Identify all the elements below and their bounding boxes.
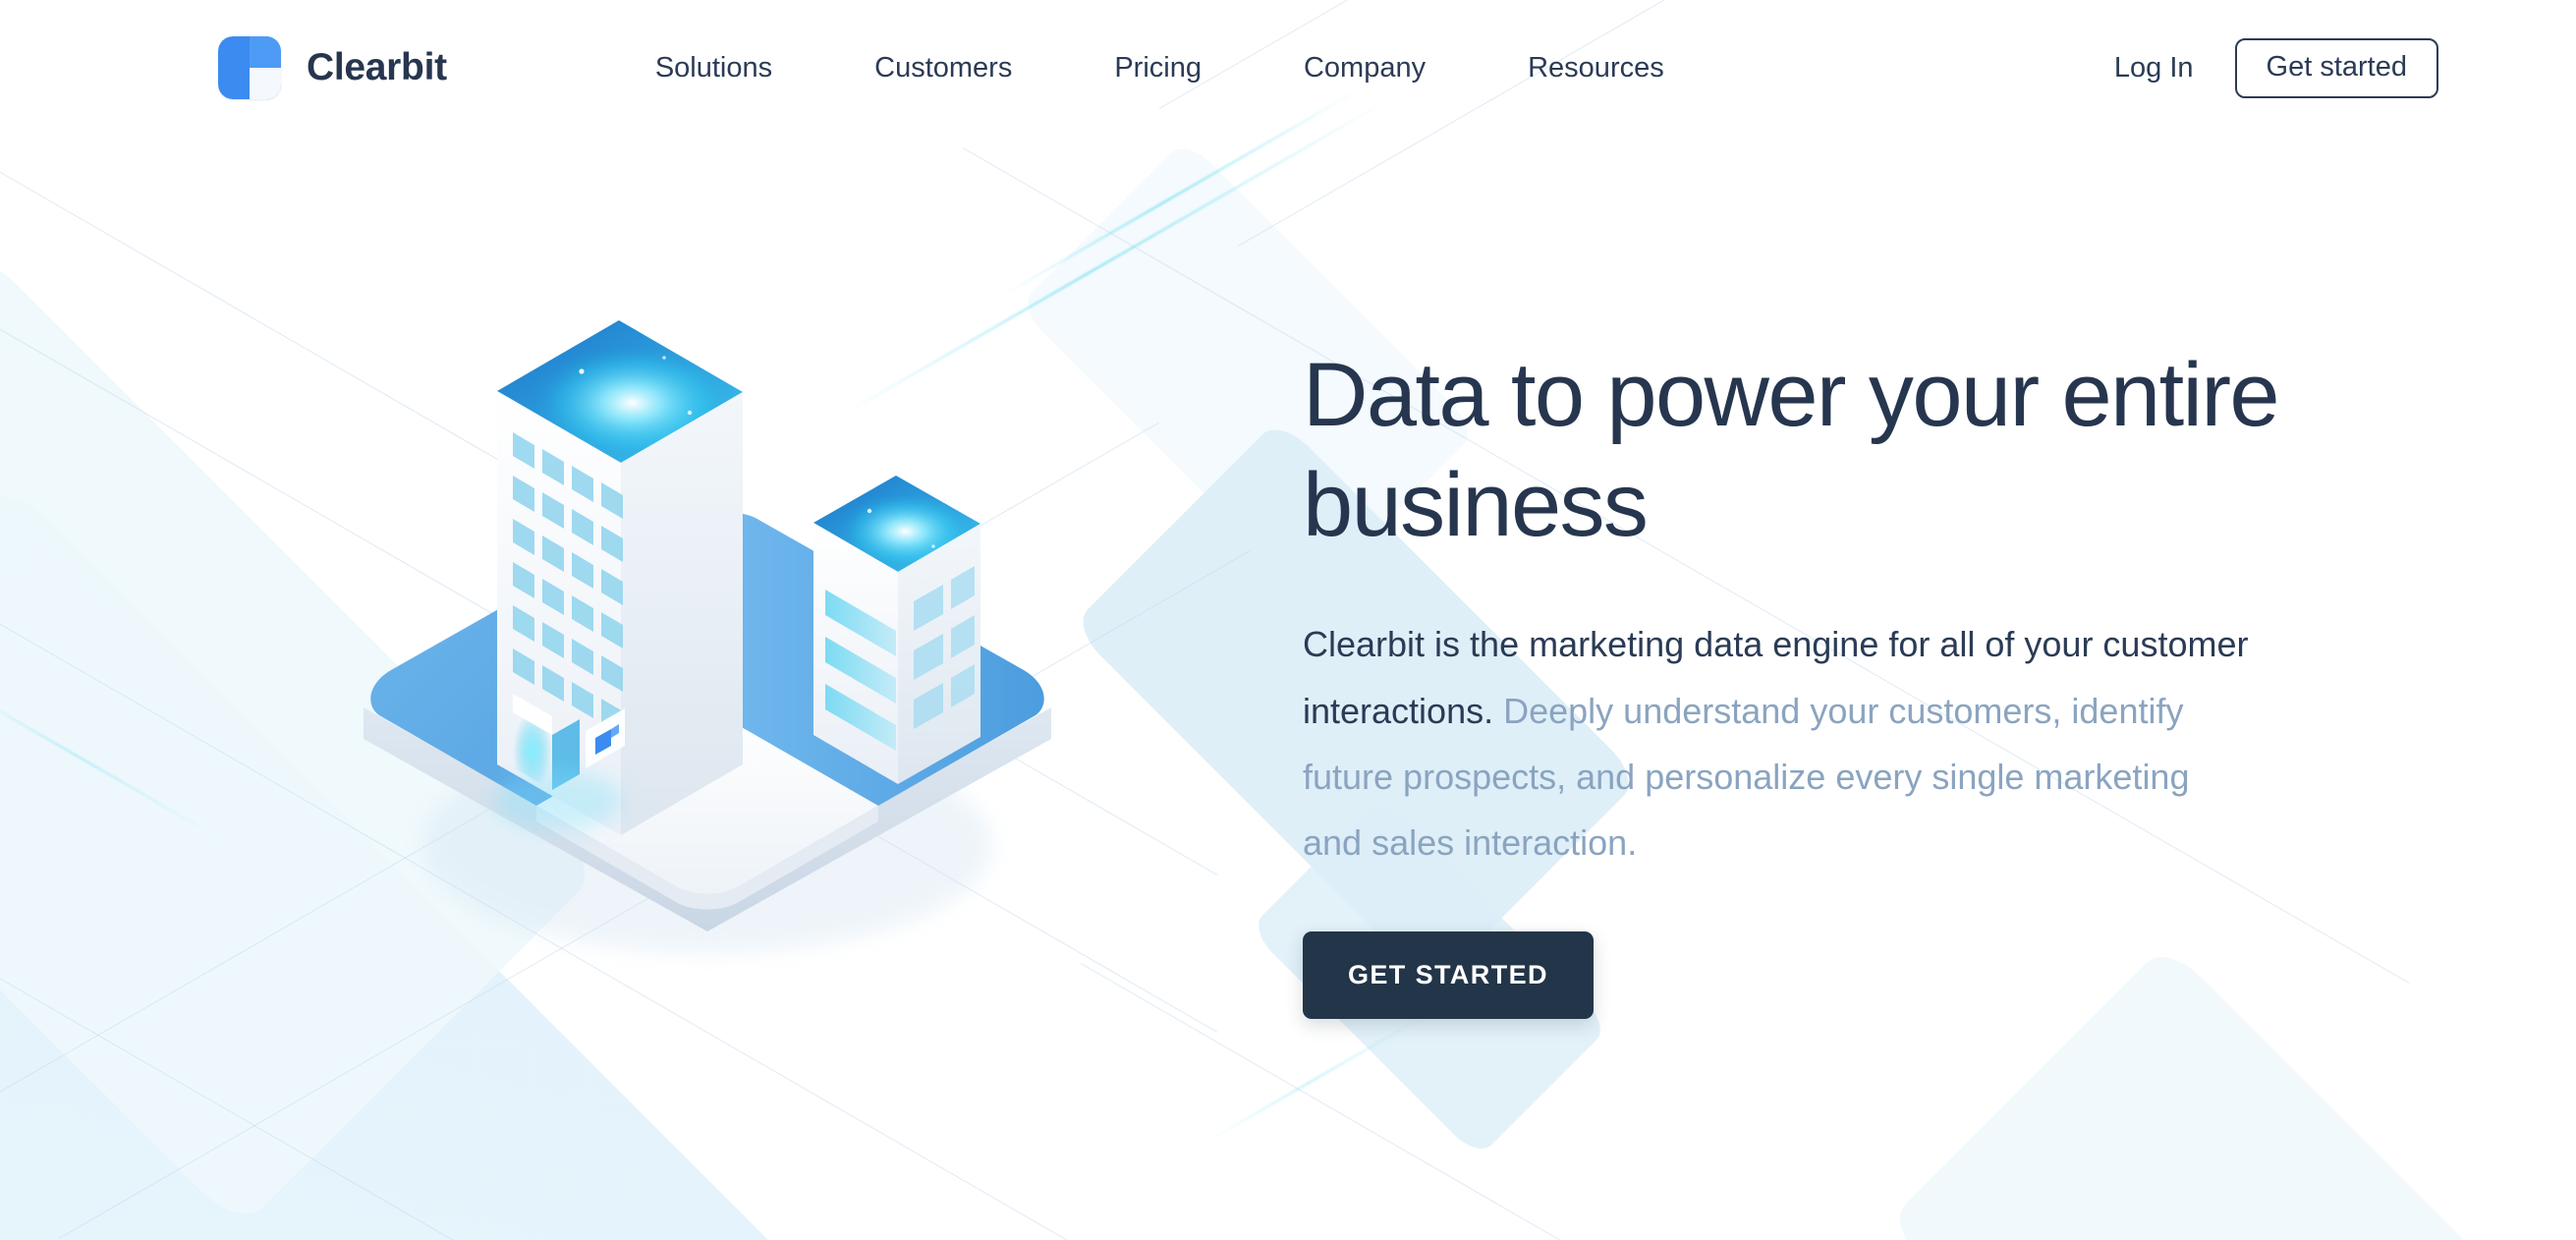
nav-item-pricing[interactable]: Pricing — [1063, 52, 1253, 85]
tall-building-face-right — [621, 392, 743, 835]
nav-item-resources[interactable]: Resources — [1477, 52, 1715, 85]
building-short — [813, 476, 980, 784]
brand-logo-link[interactable]: Clearbit — [218, 36, 447, 99]
hero-description: Clearbit is the marketing data engine fo… — [1303, 611, 2251, 875]
building-tall — [493, 320, 743, 835]
hero-cta-button[interactable]: GET STARTED — [1303, 930, 1594, 1019]
brand-name: Clearbit — [307, 46, 447, 88]
nav-item-company[interactable]: Company — [1253, 52, 1477, 85]
get-started-button[interactable]: Get started — [2234, 37, 2438, 98]
roof-sparkle — [931, 544, 935, 548]
clearbit-logo-icon — [218, 36, 281, 99]
roof-sparkle — [867, 508, 872, 514]
log-in-link[interactable]: Log In — [2102, 52, 2206, 85]
nav-item-solutions[interactable]: Solutions — [604, 52, 823, 85]
main-navigation: Solutions Customers Pricing Company Reso… — [604, 52, 1715, 85]
hero-title: Data to power your entire business — [1303, 345, 2280, 556]
header-actions: Log In Get started — [2102, 37, 2438, 98]
hero-illustration — [295, 265, 1120, 992]
nav-item-customers[interactable]: Customers — [823, 52, 1063, 85]
roof-sparkle — [662, 356, 666, 360]
roof-sparkle — [687, 410, 693, 416]
roof-sparkle — [579, 368, 585, 374]
site-header: Clearbit Solutions Customers Pricing Com… — [0, 0, 2576, 136]
hero-section: Data to power your entire business Clear… — [1303, 340, 2295, 1019]
